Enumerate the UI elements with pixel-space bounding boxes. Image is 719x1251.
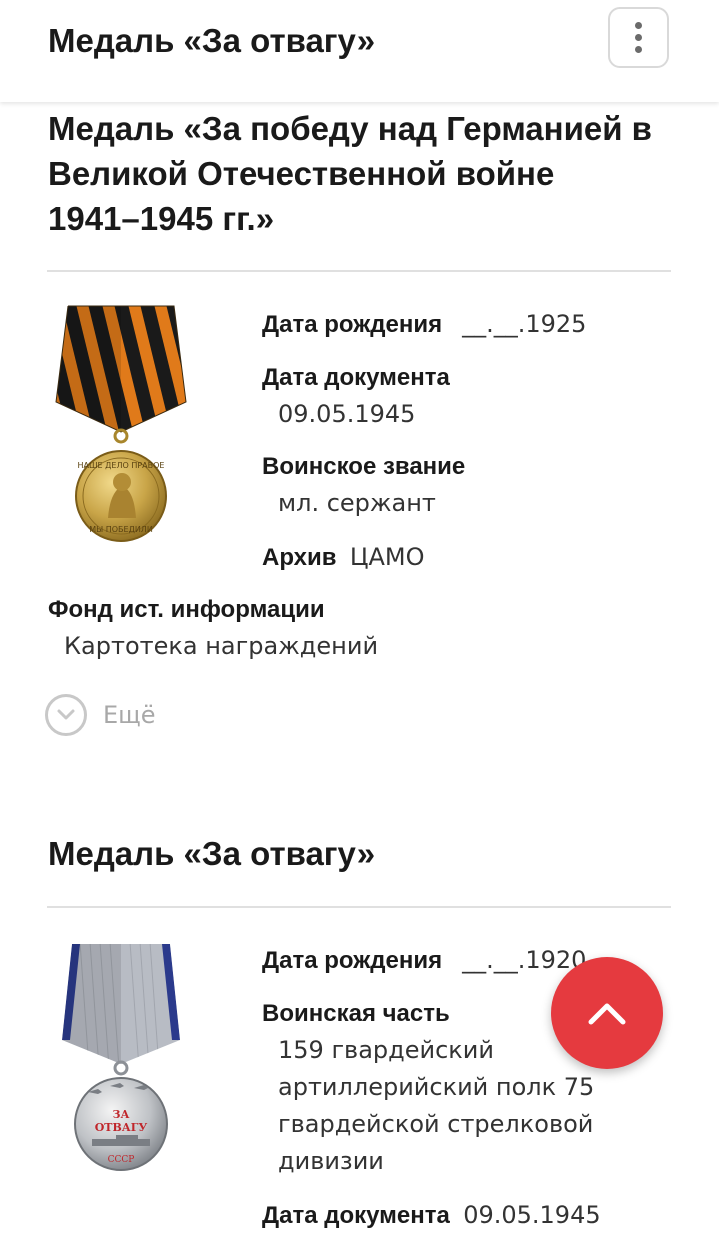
medal-for-courage-icon: ЗА ОТВАГУ СССР [62,944,180,1171]
award-title-line: Медаль «За победу над Германией в [48,110,652,147]
field-label: Воинское звание [262,453,466,480]
field-value-line: дивизии [278,1147,384,1175]
field-value: __.__.1925 [462,310,587,338]
military-rank-field: Воинское звание мл. сержант [262,449,465,522]
field-label: Дата рождения [262,311,443,338]
field-label: Фонд ист. информации [48,596,325,623]
field-label: Архив [262,544,337,571]
field-label: Дата документа [262,1202,450,1229]
chevron-up-icon [588,1003,626,1025]
field-label: Воинская часть [262,1000,450,1027]
military-unit-field: Воинская часть 159 гвардейский артиллери… [262,996,594,1180]
birth-date-field: Дата рождения __.__.1925 [262,306,586,343]
archive-field: Архив ЦАМО [262,539,425,576]
show-more-label: Ещё [103,701,156,729]
field-value: 09.05.1945 [278,400,416,428]
divider [47,270,671,272]
medal-victory-over-germany-icon: НАШЕ ДЕЛО ПРАВОЕ МЫ ПОБЕДИЛИ [55,305,187,542]
document-date-field: Дата документа 09.05.1945 [262,360,450,433]
birth-date-field: Дата рождения __.__.1920 [262,942,586,979]
svg-text:ОТВАГУ: ОТВАГУ [95,1121,148,1134]
divider [47,906,671,908]
chevron-down-icon [45,694,87,736]
show-more-button[interactable]: Ещё [45,694,156,736]
fund-field: Фонд ист. информации Картотека награжден… [48,592,378,665]
app-header: Медаль «За отвагу» [0,0,719,102]
field-value-line: 159 гвардейский [278,1036,494,1064]
svg-text:НАШЕ ДЕЛО ПРАВОЕ: НАШЕ ДЕЛО ПРАВОЕ [78,461,165,470]
svg-text:МЫ ПОБЕДИЛИ: МЫ ПОБЕДИЛИ [89,525,153,534]
field-value: ЦАМО [349,543,425,571]
more-menu-button[interactable] [608,7,669,68]
field-value: __.__.1920 [462,946,587,974]
award-title-line: 1941–1945 гг.» [48,200,275,237]
more-vertical-icon [635,22,642,53]
field-value: мл. сержант [278,489,436,517]
svg-text:ЗА: ЗА [113,1108,130,1121]
field-value: 09.05.1945 [463,1201,601,1229]
document-date-field: Дата документа 09.05.1945 [262,1197,601,1234]
field-label: Дата рождения [262,947,443,974]
award-title: Медаль «За победу над Германией в Велико… [48,106,652,241]
field-value: Картотека награждений [64,632,379,660]
page-title: Медаль «За отвагу» [48,22,376,59]
field-label: Дата документа [262,364,450,391]
svg-text:СССР: СССР [108,1155,135,1165]
award-title: Медаль «За отвагу» [48,835,376,872]
field-value-line: артиллерийский полк 75 [278,1073,595,1101]
award-title-line: Великой Отечественной войне [48,155,555,192]
field-value-line: гвардейской стрелковой [278,1110,594,1138]
scroll-to-top-button[interactable] [551,957,663,1069]
